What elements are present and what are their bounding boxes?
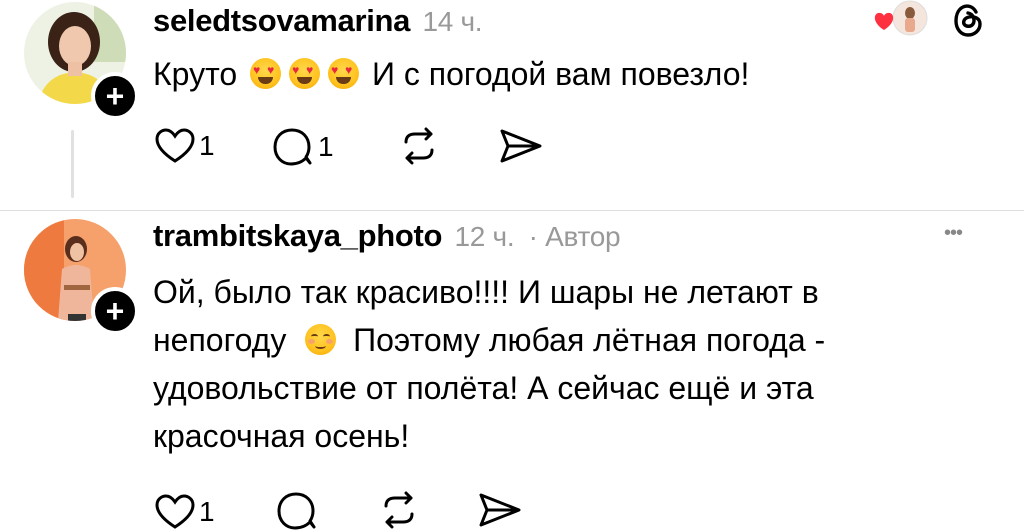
comment-text: Ой, было так красиво!!!! И шары не летаю…	[153, 268, 953, 460]
speech-bubble-icon	[273, 128, 312, 166]
follow-plus-button[interactable]: +	[91, 72, 139, 120]
comment-text-part: Поэтому любая лётная погода -	[353, 322, 826, 358]
author-tag: · Автор	[528, 221, 621, 252]
comment-line: удовольствие от полёта! А сейчас ещё и э…	[153, 370, 814, 406]
heart-eyes-emoji-icon: ♥ ♥	[328, 58, 360, 89]
send-icon	[479, 493, 521, 527]
repost-button[interactable]	[378, 490, 420, 530]
heart-eyes-emoji-icon: ♥ ♥	[289, 58, 321, 89]
threads-logo-icon[interactable]	[948, 0, 988, 40]
heart-outline-icon	[155, 128, 195, 163]
plus-icon: +	[105, 78, 125, 114]
like-count: 1	[199, 496, 215, 527]
reply-button[interactable]: 1	[272, 128, 334, 166]
like-count: 1	[199, 130, 215, 161]
reply-count: 1	[318, 131, 334, 162]
username-link[interactable]: trambitskaya_photo	[153, 218, 442, 253]
speech-bubble-icon	[277, 492, 316, 530]
like-button[interactable]: 1	[155, 128, 215, 164]
username-link[interactable]: seledtsovamarina	[153, 3, 410, 38]
follow-plus-button[interactable]: +	[91, 287, 139, 335]
comment-line: красочная осень!	[153, 418, 410, 454]
share-button[interactable]	[478, 492, 522, 528]
comment-text-part: Круто	[153, 56, 238, 92]
comment-username[interactable]: seledtsovamarina 14 ч.	[153, 3, 483, 39]
like-button[interactable]: 1	[155, 494, 215, 530]
repost-button[interactable]	[398, 126, 440, 166]
comment-text-part: непогоду	[153, 322, 287, 358]
more-dots-icon: •••	[944, 222, 963, 244]
send-icon	[500, 129, 542, 163]
comment-line: непогоду Поэтому любая лётная погода -	[153, 316, 953, 364]
share-button[interactable]	[499, 128, 543, 164]
thread-line	[71, 130, 74, 198]
comment-line: Ой, было так красиво!!!! И шары не летаю…	[153, 274, 819, 310]
comment-time: 12 ч.	[454, 221, 515, 252]
comment-text: Круто ♥ ♥ ♥ ♥ ♥ ♥ И с погодой вам повезло!	[153, 50, 749, 98]
smiling-blush-emoji-icon	[305, 324, 337, 355]
comment-time: 14 ч.	[422, 6, 483, 37]
repost-icon	[384, 491, 414, 529]
divider	[0, 210, 1024, 211]
heart-outline-icon	[155, 494, 195, 529]
liked-by-author-badge[interactable]	[868, 0, 928, 40]
repost-icon	[404, 127, 434, 165]
comment-username[interactable]: trambitskaya_photo 12 ч. · Автор	[153, 218, 621, 254]
reply-button[interactable]	[276, 492, 318, 530]
more-options-button[interactable]: •••	[944, 222, 963, 245]
author-like-icon	[874, 0, 928, 36]
plus-icon: +	[105, 293, 125, 329]
comment-text-part: И с погодой вам повезло!	[371, 56, 750, 92]
heart-eyes-emoji-icon: ♥ ♥	[250, 58, 282, 89]
